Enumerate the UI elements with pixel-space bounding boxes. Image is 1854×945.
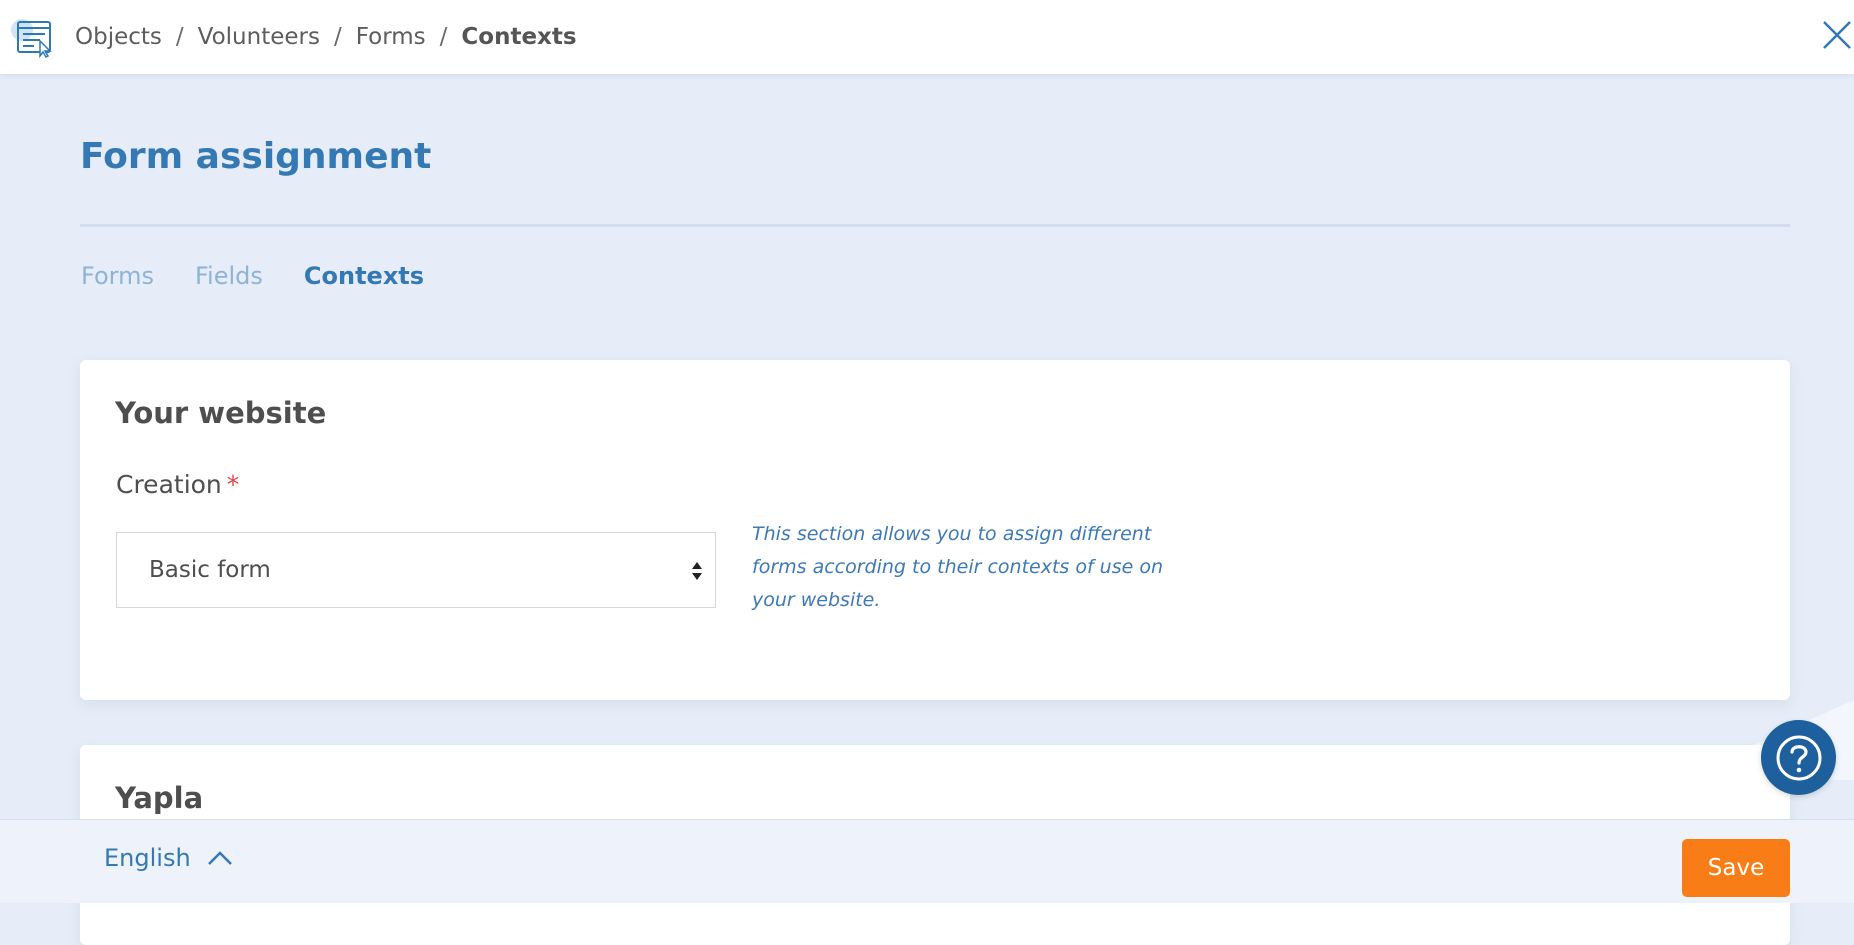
required-marker: * (226, 470, 240, 499)
breadcrumb-current: Contexts (461, 24, 577, 50)
breadcrumb-separator: / (333, 24, 342, 50)
help-question-icon (1776, 735, 1821, 780)
tab-forms[interactable]: Forms (81, 262, 154, 290)
section-title: Your website (115, 396, 327, 430)
title-divider (80, 224, 1790, 227)
tab-fields[interactable]: Fields (195, 262, 263, 290)
language-selector[interactable]: English (104, 844, 233, 872)
section-title: Yapla (115, 781, 204, 815)
breadcrumb-item-forms[interactable]: Forms (356, 24, 426, 50)
field-label-text: Creation (116, 470, 222, 499)
top-bar: Objects / Volunteers / Forms / Contexts (0, 0, 1854, 74)
help-button[interactable] (1761, 720, 1836, 795)
creation-form-select[interactable]: Basic form (116, 532, 716, 608)
form-list-icon (11, 19, 52, 58)
save-button[interactable]: Save (1682, 839, 1790, 897)
page-title: Form assignment (80, 136, 432, 177)
section-help-text: This section allows you to assign differ… (752, 523, 1164, 611)
close-icon[interactable] (1820, 18, 1854, 52)
chevron-up-icon (207, 851, 232, 865)
breadcrumb-item-objects[interactable]: Objects (75, 24, 162, 50)
breadcrumb-separator: / (439, 24, 448, 50)
website-section-card: Your website Creation * Basic form This s… (80, 360, 1790, 700)
footer-bar: English Save (0, 819, 1854, 903)
tab-contexts[interactable]: Contexts (304, 262, 424, 290)
creation-field-label: Creation * (116, 470, 239, 499)
select-arrows-icon (692, 562, 702, 580)
tab-bar: Forms Fields Contexts (81, 262, 424, 290)
breadcrumb: Objects / Volunteers / Forms / Contexts (75, 0, 577, 74)
breadcrumb-separator: / (175, 24, 184, 50)
breadcrumb-item-volunteers[interactable]: Volunteers (198, 24, 320, 50)
select-value: Basic form (149, 557, 271, 583)
language-label: English (104, 844, 191, 872)
